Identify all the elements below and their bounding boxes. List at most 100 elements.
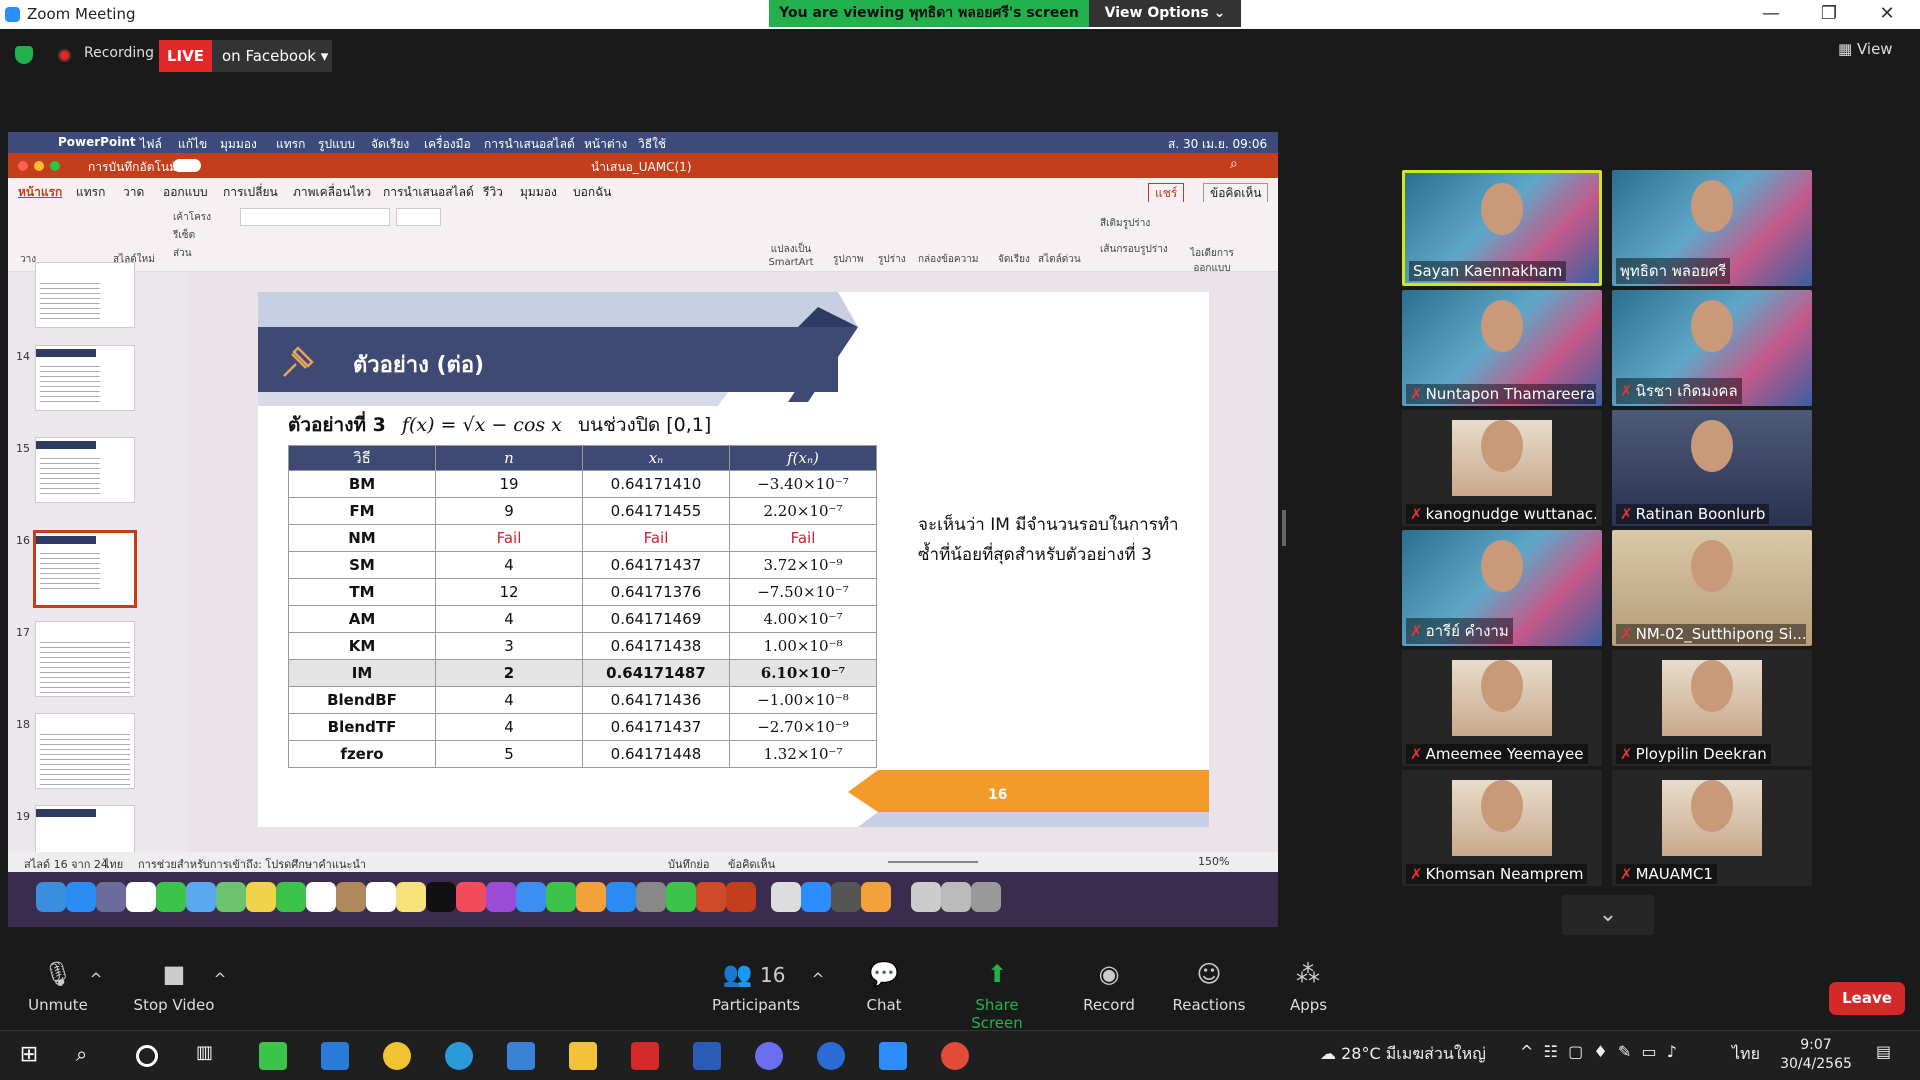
reset-button[interactable]: รีเซ็ต (173, 228, 195, 243)
finder-icon[interactable] (36, 882, 66, 912)
participant-tile[interactable]: ✗ NM-02_Sutthipong Si... (1612, 530, 1812, 646)
participant-tile[interactable]: ✗ อารีย์ คำงาม (1402, 530, 1602, 646)
participants-options-button[interactable]: ^ (810, 970, 826, 988)
calendar-icon[interactable] (306, 882, 336, 912)
menu-item-view[interactable]: มุมมอง (220, 135, 257, 154)
gallery-next-button[interactable]: ⌄ (1562, 895, 1654, 935)
notification-icon[interactable]: ▤ (1876, 1042, 1891, 1061)
search-icon[interactable]: ⌕ (1230, 156, 1238, 172)
smartart-button[interactable]: แปลงเป็น SmartArt (766, 242, 816, 268)
restore-icon[interactable]: ❐ (1814, 3, 1844, 24)
comments-button[interactable]: ข้อคิดเห็น (1203, 183, 1269, 204)
status-accessibility[interactable]: การช่วยสำหรับการเข้าถึง: โปรดศึกษาคำแนะน… (138, 855, 366, 873)
splitter-handle[interactable] (1282, 510, 1286, 546)
status-notes[interactable]: บันทึกย่อ (668, 855, 709, 873)
tray-clock[interactable]: 9:07 30/4/2565 (1776, 1036, 1856, 1074)
pages-icon[interactable] (576, 882, 606, 912)
participant-tile[interactable]: ✗ kanognudge wuttanac... (1402, 410, 1602, 526)
font-size-select[interactable] (396, 208, 441, 226)
safari-icon[interactable] (66, 882, 96, 912)
cortana-icon[interactable] (136, 1045, 158, 1067)
file-explorer-icon[interactable] (569, 1042, 597, 1070)
audio-options-button[interactable]: ^ (88, 970, 104, 988)
tab-transitions[interactable]: การเปลี่ยน (223, 183, 278, 202)
chat-button[interactable]: 💬 Chat (864, 960, 904, 1014)
participant-tile[interactable]: ✗ MAUAMC1 (1612, 770, 1812, 886)
slide-thumbnail[interactable] (35, 345, 135, 411)
line-icon[interactable] (666, 882, 696, 912)
preview-icon[interactable] (771, 882, 801, 912)
tab-draw[interactable]: วาด (123, 183, 144, 202)
contacts-icon[interactable] (336, 882, 366, 912)
quick-styles-button[interactable]: สไตล์ด่วน (1038, 252, 1081, 267)
powerpoint-icon[interactable] (726, 882, 756, 912)
trash-icon[interactable] (971, 882, 1001, 912)
mail-taskbar-icon[interactable] (321, 1042, 349, 1070)
participant-tile[interactable]: ✗ นิรชา เกิดมงคล (1612, 290, 1812, 406)
reminders-icon[interactable] (366, 882, 396, 912)
slide-thumbnail[interactable] (35, 262, 135, 328)
zoom-taskbar-icon[interactable] (879, 1042, 907, 1070)
status-comments[interactable]: ข้อคิดเห็น (728, 855, 775, 873)
mac-close-icon[interactable] (18, 161, 28, 171)
windows-start-icon[interactable]: ⊞ (15, 1042, 43, 1070)
tab-view[interactable]: มุมมอง (520, 183, 557, 202)
participant-tile[interactable]: Sayan Kaennakham (1402, 170, 1602, 286)
edge-taskbar-icon[interactable] (445, 1042, 473, 1070)
slide-thumbnail[interactable] (35, 621, 135, 697)
picture-button[interactable]: รูปภาพ (833, 252, 864, 267)
launchpad-icon[interactable] (96, 882, 126, 912)
status-language[interactable]: ไทย (104, 855, 123, 873)
stop-video-button[interactable]: ■ Stop Video (132, 960, 216, 1014)
font-family-select[interactable] (240, 208, 390, 226)
tv-icon[interactable] (426, 882, 456, 912)
music-icon[interactable] (456, 882, 486, 912)
minimize-icon[interactable]: — (1756, 3, 1786, 24)
menu-item-help[interactable]: วิธีใช้ (638, 135, 666, 154)
matlab-icon[interactable] (696, 882, 726, 912)
tab-tell-me[interactable]: บอกฉัน (573, 183, 611, 202)
participant-tile[interactable]: พุทธิดา พลอยศรี (1612, 170, 1812, 286)
podcasts-icon[interactable] (486, 882, 516, 912)
mail-icon[interactable] (186, 882, 216, 912)
layout-button[interactable]: เค้าโครง (173, 210, 211, 225)
facetime-icon[interactable] (276, 882, 306, 912)
menu-app-name[interactable]: PowerPoint (58, 135, 136, 149)
line-taskbar-icon[interactable] (259, 1042, 287, 1070)
search-icon[interactable]: ⌕ (76, 1042, 104, 1070)
tab-insert[interactable]: แทรก (76, 183, 105, 202)
live-badge[interactable]: LIVE (159, 40, 212, 72)
office-icon[interactable] (861, 882, 891, 912)
app-store-icon[interactable] (606, 882, 636, 912)
quicktime-icon[interactable] (831, 882, 861, 912)
unmute-button[interactable]: 🎙 Unmute (24, 960, 92, 1014)
leave-button[interactable]: Leave (1829, 982, 1905, 1015)
zoom-icon[interactable] (801, 882, 831, 912)
participant-tile[interactable]: ✗ Ameemee Yeemayee (1402, 650, 1602, 766)
view-options-button[interactable]: View Options ⌄ (1089, 0, 1241, 27)
mac-minimize-icon[interactable] (34, 161, 44, 171)
tab-home[interactable]: หน้าแรก (18, 183, 62, 202)
tab-review[interactable]: รีวิว (483, 183, 503, 202)
textbox-button[interactable]: กล่องข้อความ (918, 252, 978, 267)
tray-language[interactable]: ไทย (1732, 1042, 1760, 1067)
participant-tile[interactable]: ✗ Khomsan Neamprem (1402, 770, 1602, 886)
status-zoom[interactable]: 150% (1198, 855, 1229, 868)
mac-zoom-icon[interactable] (50, 161, 60, 171)
tab-slideshow[interactable]: การนำเสนอสไลด์ (383, 183, 474, 202)
participant-tile[interactable]: ✗ Ploypilin Deekran (1612, 650, 1812, 766)
share-screen-button[interactable]: ⬆ Share Screen (950, 960, 1044, 1032)
maps-icon[interactable] (216, 882, 246, 912)
l-app-taskbar-icon[interactable] (507, 1042, 535, 1070)
menu-item-tools[interactable]: เครื่องมือ (424, 135, 471, 154)
participants-button[interactable]: 👥 16 Participants (712, 960, 800, 1014)
live-target-dropdown[interactable]: on Facebook ▾ (212, 40, 332, 72)
menu-item-window[interactable]: หน้าต่าง (584, 135, 627, 154)
menu-item-insert[interactable]: แทรก (276, 135, 305, 154)
photos-icon[interactable] (246, 882, 276, 912)
tray-weather[interactable]: ☁ 28°C มีเมฆส่วนใหญ่ (1320, 1042, 1486, 1067)
word-taskbar-icon[interactable] (693, 1042, 721, 1070)
chrome-active-taskbar-icon[interactable] (941, 1042, 969, 1070)
section-button[interactable]: ส่วน (173, 246, 192, 261)
antivirus-taskbar-icon[interactable] (631, 1042, 659, 1070)
